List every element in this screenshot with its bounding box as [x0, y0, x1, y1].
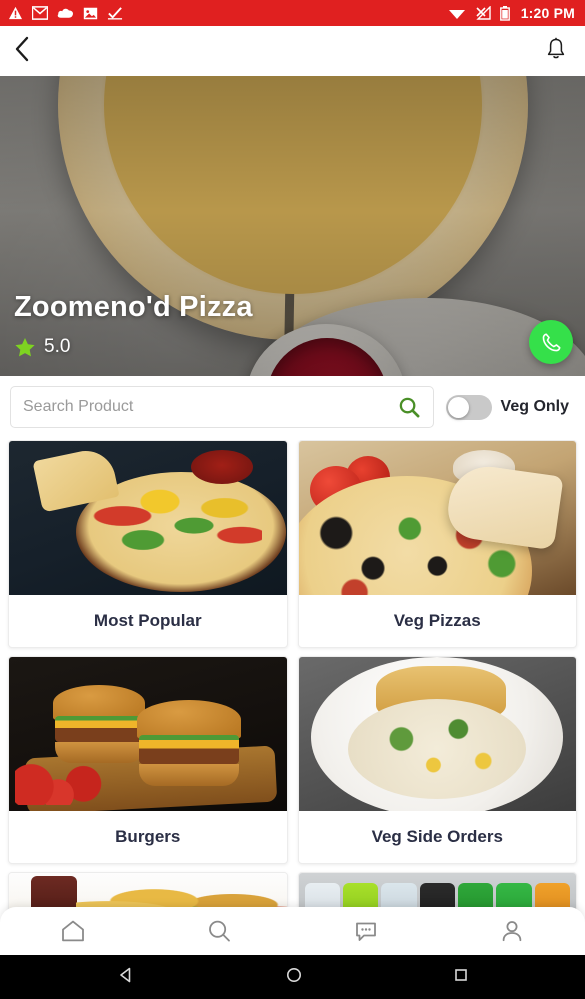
rating-block: 5.0	[14, 336, 70, 358]
status-bar-left-icons	[8, 6, 123, 20]
category-card-veg-pizzas[interactable]: Veg Pizzas	[297, 440, 577, 648]
status-bar: 1:20 PM	[0, 0, 585, 26]
category-label: Most Popular	[93, 611, 202, 630]
triangle-back-icon	[119, 967, 130, 982]
category-image	[9, 441, 287, 595]
square-recents-icon	[454, 968, 467, 981]
person-icon	[502, 921, 522, 942]
category-label: Veg Pizzas	[393, 611, 481, 630]
android-system-navigation	[0, 955, 585, 999]
status-bar-clock: 1:20 PM	[520, 5, 575, 21]
bottom-navigation	[0, 907, 585, 955]
circle-home-icon	[286, 967, 301, 982]
call-restaurant-button[interactable]	[529, 320, 573, 364]
search-icon	[209, 920, 231, 942]
check-icon	[107, 7, 123, 20]
category-image	[298, 441, 576, 595]
nav-home-button[interactable]	[43, 909, 103, 953]
category-label: Burgers	[115, 827, 181, 846]
nav-search-button[interactable]	[189, 909, 249, 953]
wifi-icon	[448, 10, 465, 19]
android-home-button[interactable]	[285, 966, 303, 989]
search-box[interactable]	[10, 386, 434, 428]
nav-chat-button[interactable]	[336, 909, 396, 953]
category-image	[9, 657, 287, 811]
signal-off-icon	[475, 6, 491, 20]
nav-profile-button[interactable]	[482, 909, 542, 953]
app-bar	[0, 26, 585, 76]
category-card-burgers[interactable]: Burgers	[8, 656, 288, 864]
category-label: Veg Side Orders	[371, 827, 503, 846]
category-image	[298, 657, 576, 811]
star-icon	[15, 337, 35, 356]
veg-only-label: Veg Only	[500, 398, 569, 415]
status-bar-right-icons: 1:20 PM	[448, 5, 575, 21]
back-chevron-icon[interactable]	[14, 36, 31, 67]
toggle-knob	[447, 396, 469, 418]
rating-value: 5.0	[44, 336, 71, 357]
restaurant-hero: Zoomeno'd Pizza 5.0	[0, 76, 585, 376]
home-icon	[62, 920, 85, 942]
cloud-icon	[57, 8, 74, 18]
image-icon	[83, 7, 98, 19]
category-card-veg-side-orders[interactable]: Veg Side Orders	[297, 656, 577, 864]
phone-icon	[542, 333, 560, 351]
search-row: Veg Only	[0, 376, 585, 438]
category-card-most-popular[interactable]: Most Popular	[8, 440, 288, 648]
veg-only-toggle[interactable]	[445, 394, 492, 420]
android-back-button[interactable]	[117, 966, 135, 989]
chat-bubble-icon	[355, 922, 376, 941]
search-icon[interactable]	[398, 396, 421, 419]
gmail-icon	[32, 6, 48, 20]
battery-icon	[499, 5, 510, 21]
app-screen: 1:20 PM Zoomeno'd Pizza 5.0 Search Produ…	[0, 0, 585, 999]
search-input[interactable]	[23, 398, 398, 416]
android-recents-button[interactable]	[453, 967, 469, 988]
restaurant-name: Zoomeno'd Pizza	[14, 291, 253, 323]
bell-icon[interactable]	[545, 37, 567, 66]
hero-overlay	[0, 76, 585, 376]
warning-triangle-icon	[8, 6, 23, 20]
category-grid: Most Popular Veg Pizzas Burgers Veg Side…	[0, 440, 585, 955]
veg-only-control: Veg Only	[445, 394, 575, 420]
